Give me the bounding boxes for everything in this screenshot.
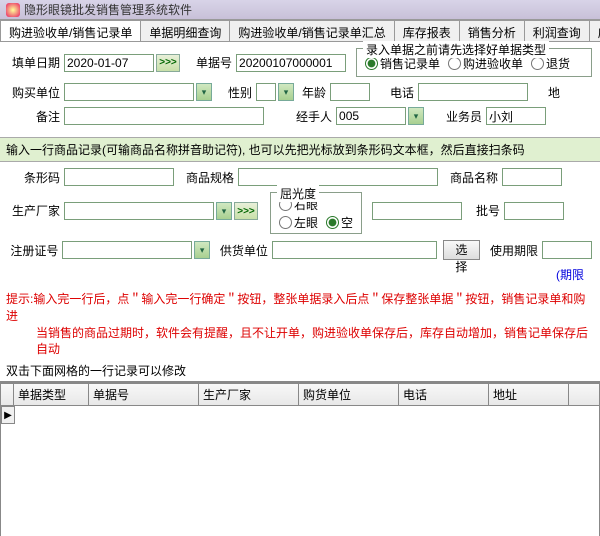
handler-dropdown-icon[interactable] [408,107,424,125]
tab-0[interactable]: 购进验收单/销售记录单 [0,20,141,41]
tab-5[interactable]: 利润查询 [524,20,590,41]
row-marker-icon: ▶ [1,406,15,424]
doc-type-group: 录入单据之前请先选择好单据类型 销售记录单 购进验收单 退货 [356,48,592,77]
buyer-input[interactable] [64,83,194,101]
grid-header: 单据类型 单据号 生产厂家 购货单位 电话 地址 [0,383,600,406]
grid-corner [0,383,14,406]
tab-6[interactable]: 应收 [589,20,600,41]
radio-empty[interactable]: 空 [326,214,353,231]
doc-no-input[interactable] [236,54,346,72]
section-product-entry: 输入一行商品记录(可输商品名称拼音助记符), 也可以先把光标放到条形码文本框，然… [0,137,600,162]
tab-4[interactable]: 销售分析 [459,20,525,41]
salesman-label: 业务员 [446,108,482,125]
app-icon [6,3,20,17]
doc-type-group-title: 录入单据之前请先选择好单据类型 [363,41,549,58]
handler-input[interactable] [336,107,406,125]
mfr-go-button[interactable]: >>> [234,202,258,220]
mfr-dropdown-icon[interactable] [216,202,232,220]
window-title: 隐形眼镜批发销售管理系统软件 [24,1,192,18]
salesman-input[interactable] [486,107,546,125]
grid-hint: 双击下面网格的一行记录可以修改 [0,360,600,382]
data-grid: 单据类型 单据号 生产厂家 购货单位 电话 地址 ▶ [0,382,600,536]
buyer-dropdown-icon[interactable] [196,83,212,101]
fill-date-input[interactable] [64,54,154,72]
tab-2[interactable]: 购进验收单/销售记录单汇总 [229,20,394,41]
phone-label: 电话 [390,84,414,101]
supplier-label: 供货单位 [220,242,268,259]
barcode-label: 条形码 [8,169,60,186]
product-name-input[interactable] [502,168,562,186]
age-input[interactable] [330,83,370,101]
batch-label: 批号 [476,192,500,219]
age-label: 年龄 [302,84,326,101]
col-phone[interactable]: 电话 [399,383,489,406]
diopter-group: 屈光度 右眼 左眼 空 [270,192,362,234]
form-area: 填单日期 >>> 单据号 录入单据之前请先选择好单据类型 销售记录单 购进验收单… [0,42,600,137]
buyer-label: 购买单位 [8,84,60,101]
product-name-label: 商品名称 [450,169,498,186]
spec-input[interactable] [238,168,438,186]
reg-input[interactable] [62,241,192,259]
remark-input[interactable] [64,107,264,125]
doc-no-label: 单据号 [196,54,232,71]
product-form: 条形码 商品规格 商品名称 生产厂家 >>> 屈光度 右眼 左眼 空 批号 [0,162,600,289]
hint-area: 提示:输入完一行后，点＂输入完一行确定＂按钮，整张单据录入后点＂保存整张单据＂按… [0,289,600,360]
expiry-label: 使用期限 [490,242,538,259]
mfr-input[interactable] [64,202,214,220]
tab-bar: 购进验收单/销售记录单 单据明细查询 购进验收单/销售记录单汇总 库存报表 销售… [0,20,600,42]
reg-label: 注册证号 [8,242,58,259]
col-doc-type[interactable]: 单据类型 [14,383,89,406]
gender-dropdown-icon[interactable] [278,83,294,101]
grid-body[interactable]: ▶ [0,406,600,536]
gender-input[interactable] [256,83,276,101]
batch-input[interactable] [504,202,564,220]
col-doc-no[interactable]: 单据号 [89,383,199,406]
col-extra[interactable] [569,383,600,406]
tab-1[interactable]: 单据明细查询 [140,20,230,41]
select-button[interactable]: 选择 [443,240,480,260]
expiry-input[interactable] [542,241,592,259]
hint-line-2: 当销售的商品过期时，软件会有提醒，且不让开单，购进验收单保存后，库存自动增加，销… [6,325,594,359]
radio-left-eye[interactable]: 左眼 [279,214,318,231]
remark-label: 备注 [8,108,60,125]
gender-label: 性别 [228,84,252,101]
titlebar: 隐形眼镜批发销售管理系统软件 [0,0,600,20]
period-limit-text: (期限 [8,266,592,283]
hint-line-1: 提示:输入完一行后，点＂输入完一行确定＂按钮，整张单据录入后点＂保存整张单据＂按… [6,291,594,325]
col-buyer[interactable]: 购货单位 [299,383,399,406]
col-mfr[interactable]: 生产厂家 [199,383,299,406]
supplier-input[interactable] [272,241,437,259]
col-address[interactable]: 地址 [489,383,569,406]
address-label: 地 [548,84,560,101]
diopter-input[interactable] [372,202,462,220]
fill-date-label: 填单日期 [8,54,60,71]
reg-dropdown-icon[interactable] [194,241,210,259]
handler-label: 经手人 [296,108,332,125]
phone-input[interactable] [418,83,528,101]
mfr-label: 生产厂家 [8,192,60,219]
spec-label: 商品规格 [186,169,234,186]
fill-date-go-button[interactable]: >>> [156,54,180,72]
tab-3[interactable]: 库存报表 [394,20,460,41]
diopter-group-title: 屈光度 [277,185,319,202]
barcode-input[interactable] [64,168,174,186]
